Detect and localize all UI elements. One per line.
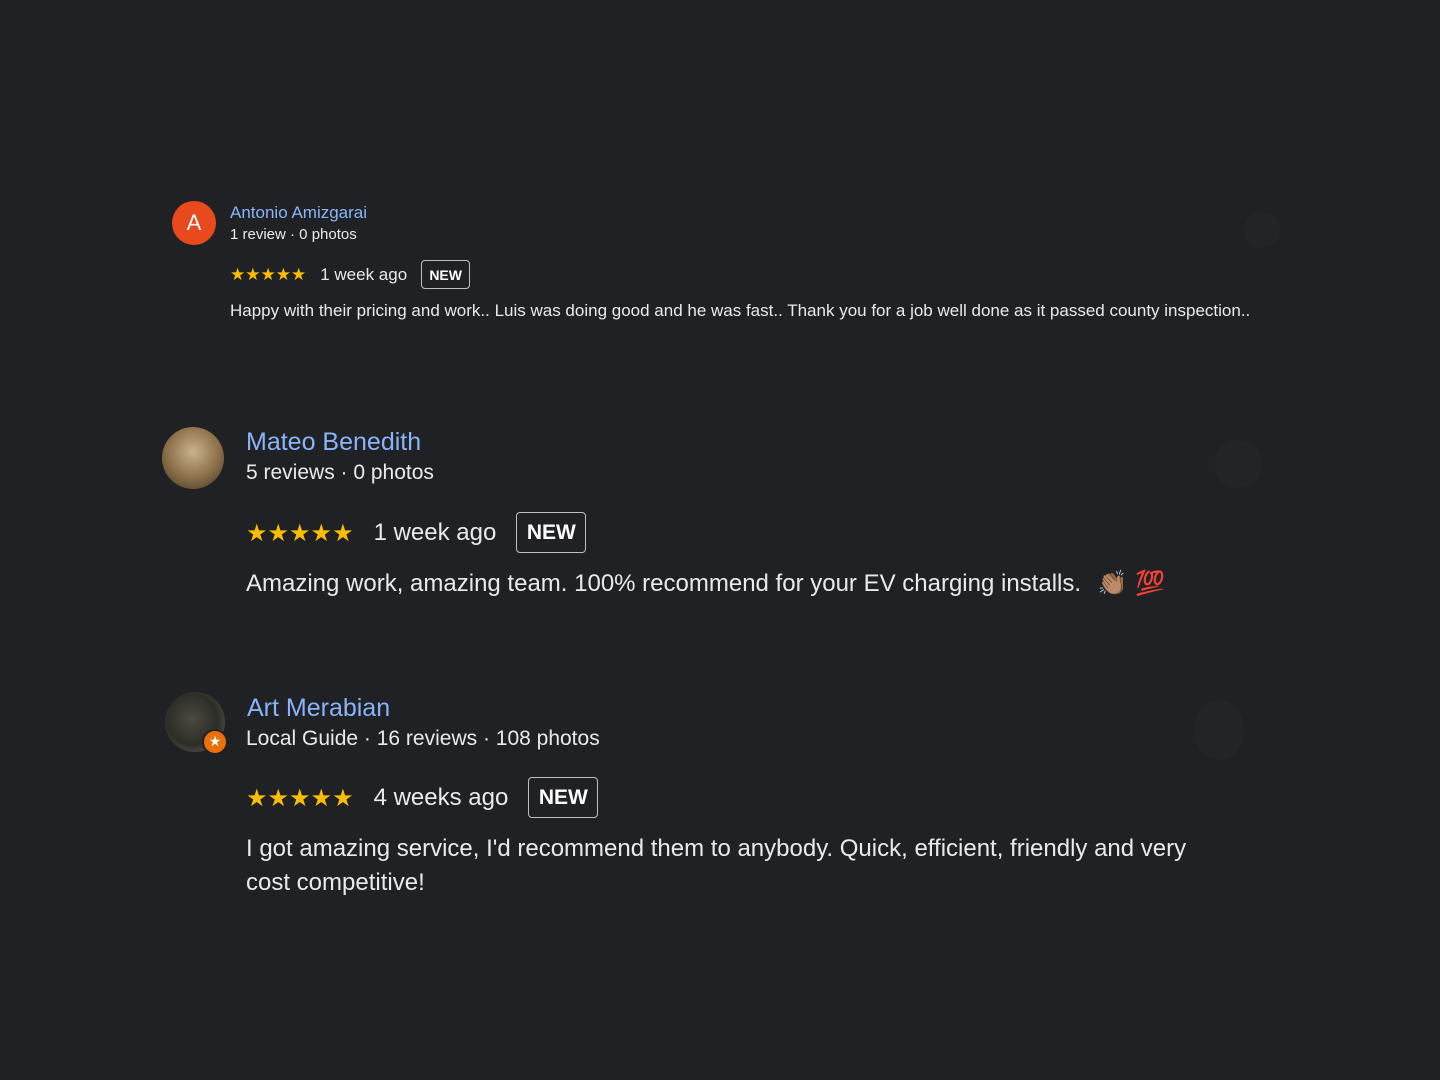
reviews-page: A Antonio Amizgarai 1 review · 0 photos …	[0, 0, 1440, 1080]
more-options-icon[interactable]	[1194, 700, 1244, 760]
reviewer-name[interactable]: Art Merabian	[247, 694, 390, 723]
star-rating: ★★★★★	[246, 783, 354, 812]
review-date: 4 weeks ago	[373, 783, 509, 811]
review-card: ★ Art Merabian Local Guide · 16 reviews …	[0, 0, 1440, 920]
rating-row: ★★★★★ 4 weeks ago NEW	[246, 777, 599, 818]
reviewer-meta: Local Guide · 16 reviews · 108 photos	[246, 727, 600, 750]
review-text: I got amazing service, I'd recommend the…	[246, 835, 1187, 896]
local-guide-badge-icon: ★	[202, 729, 228, 755]
new-badge: NEW	[528, 777, 599, 818]
avatar[interactable]: ★	[165, 692, 228, 755]
